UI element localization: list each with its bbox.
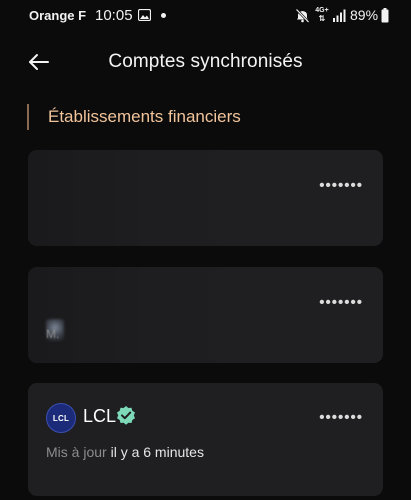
screen: Orange F 10:05 4G+ ⇅ 89% Comptes synchro… [0,0,411,500]
account-card[interactable]: ••••••• M. [28,267,383,363]
status-time: 10:05 [95,7,133,24]
update-label: Mis à jour [46,444,107,460]
redacted-account-info [28,267,249,363]
notification-dot-icon [161,13,166,18]
page-title: Comptes synchronisés [108,51,303,72]
section-title: Établissements financiers [48,107,241,126]
account-name: M. [46,327,60,341]
masked-account-number: ••••••• [319,177,363,194]
masked-account-number: ••••••• [319,409,363,426]
account-card-lcl[interactable]: LCL LCL ••••••• Mis à jour il y a 6 minu… [28,383,383,496]
status-bar: Orange F 10:05 4G+ ⇅ 89% [0,0,411,32]
network-type: 4G+ [315,7,329,14]
gallery-icon [138,9,151,21]
last-update: Mis à jour il y a 6 minutes [46,444,204,460]
lcl-logo-icon: LCL [46,403,76,433]
verified-check-icon [117,406,135,425]
data-arrows-icon: ⇅ [318,14,326,23]
signal-icon [333,9,346,22]
masked-account-number: ••••••• [319,294,363,311]
section-accent-bar [27,104,29,130]
account-card[interactable]: ••••••• [28,150,383,246]
battery-level: 89% [350,7,379,23]
redacted-account-info [28,150,249,246]
update-value: il y a 6 minutes [110,444,204,460]
bank-name: LCL [83,406,117,426]
mute-icon [295,8,310,23]
lcl-logo-text: LCL [52,413,70,423]
network-4g-icon: 4G+ ⇅ [315,7,329,24]
battery-icon [381,8,389,23]
carrier-name: Orange F [29,8,87,23]
